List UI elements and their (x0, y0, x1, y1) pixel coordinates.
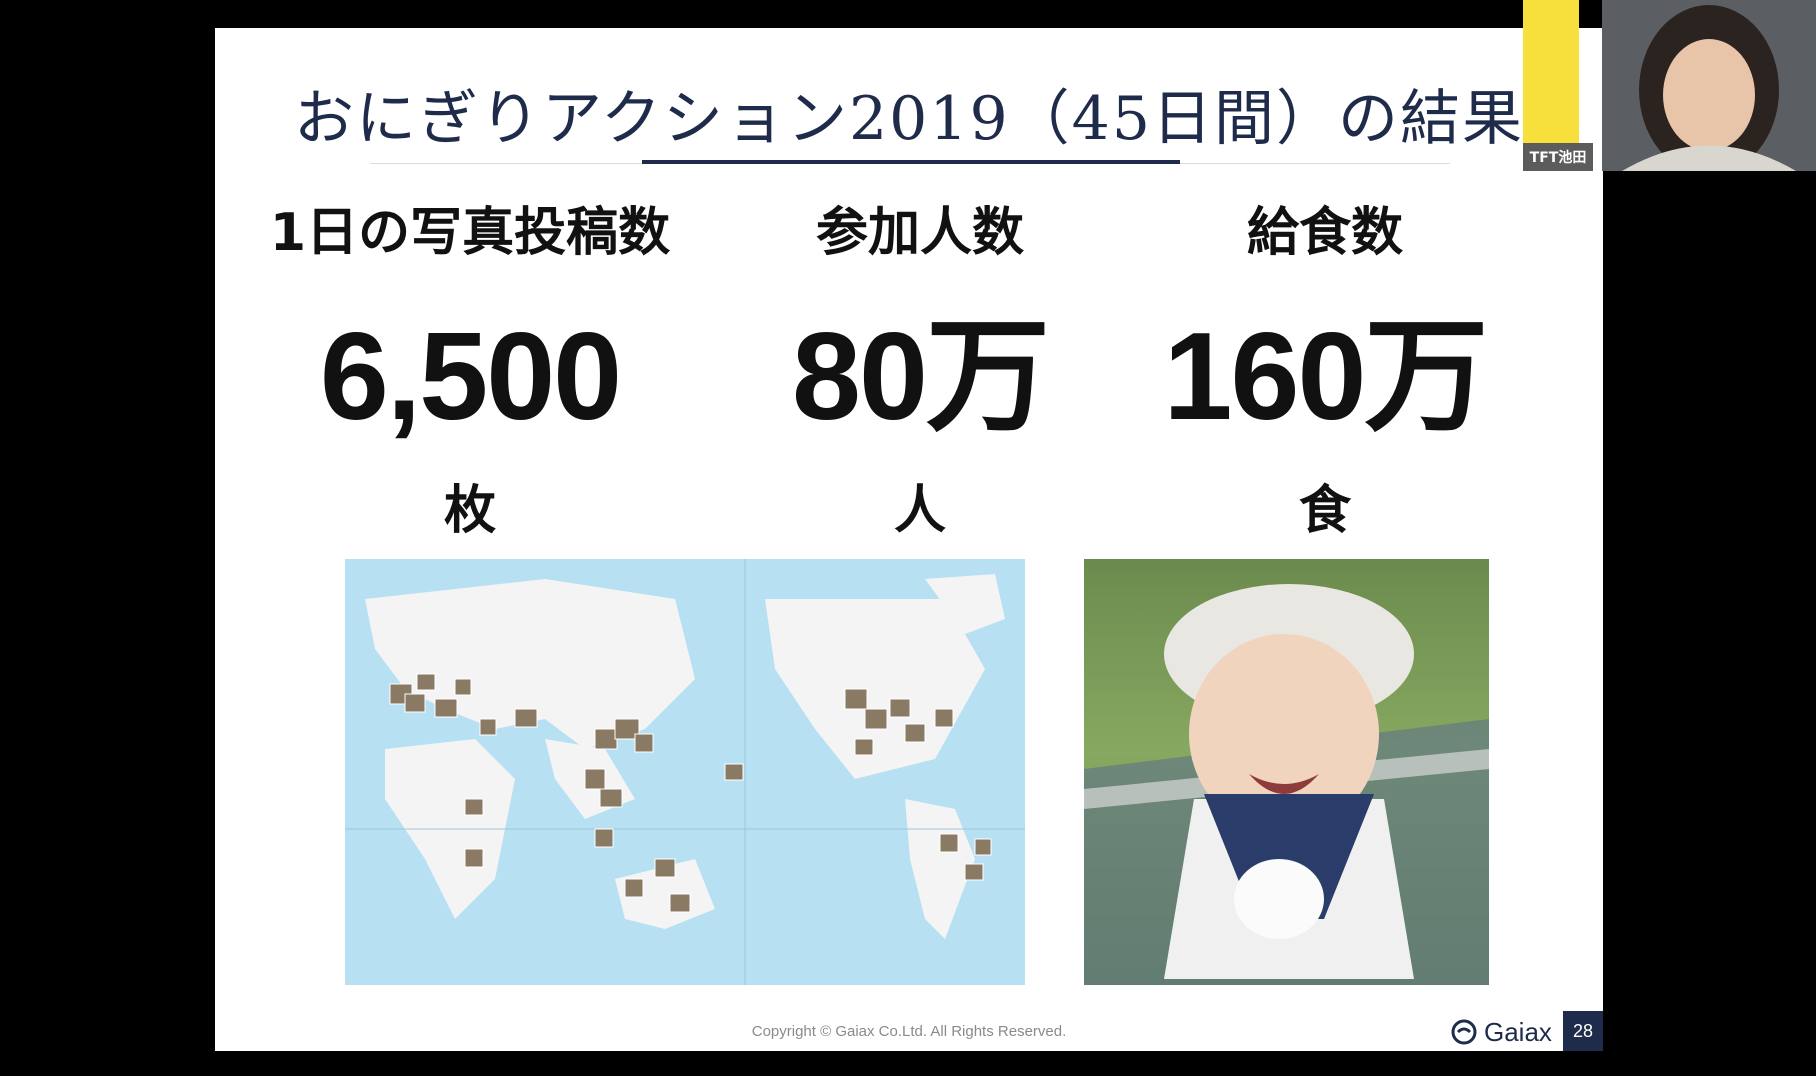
gaiax-logo-icon (1451, 1019, 1477, 1045)
slide-title: おにぎりアクション2019（45日間）の結果 (293, 84, 1525, 154)
stat-label: 参加人数 (815, 203, 1024, 263)
logo-text: Gaiax (1484, 1016, 1552, 1047)
stat-label: 給食数 (1246, 203, 1403, 263)
participant-name-label: TFT池田 (1523, 143, 1593, 171)
stat-unit: 枚 (443, 481, 496, 541)
stat-photo-posts: 1日の写真投稿数 6,500 枚 (250, 198, 690, 546)
copyright-text: Copyright © Gaiax Co.Ltd. All Rights Res… (751, 1023, 1067, 1040)
stat-value: 160万 (1163, 308, 1489, 446)
world-map-image (345, 559, 1025, 985)
stat-unit: 食 (1298, 481, 1351, 541)
page-number: 28 (1563, 1011, 1603, 1051)
stat-value: 80万 (792, 308, 1050, 446)
title-divider (642, 160, 1180, 164)
stat-participants: 参加人数 80万 人 (700, 198, 1140, 546)
gaiax-logo: Gaiax (1450, 1013, 1560, 1051)
stat-value: 6,500 (319, 308, 622, 446)
stat-unit: 人 (893, 481, 946, 541)
participant-video (1602, 0, 1816, 171)
child-eating-onigiri-photo (1084, 559, 1489, 985)
presentation-slide: おにぎりアクション2019（45日間）の結果 1日の写真投稿数 6,500 枚 … (215, 28, 1603, 1051)
stat-label: 1日の写真投稿数 (269, 203, 671, 263)
stat-meals: 給食数 160万 食 (1105, 198, 1545, 546)
